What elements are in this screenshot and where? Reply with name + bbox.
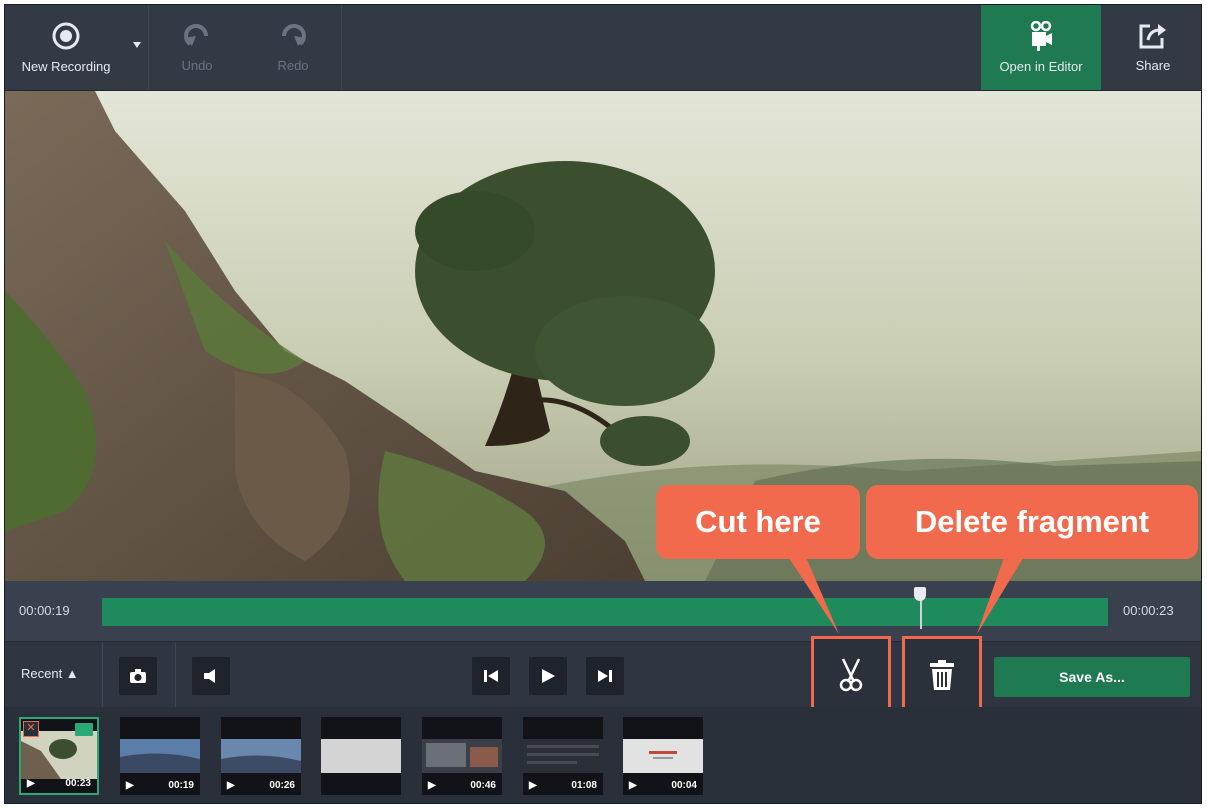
app-window: New Recording Undo Redo Open in Editor S… [4,4,1202,804]
callout-pointers [787,555,1025,634]
